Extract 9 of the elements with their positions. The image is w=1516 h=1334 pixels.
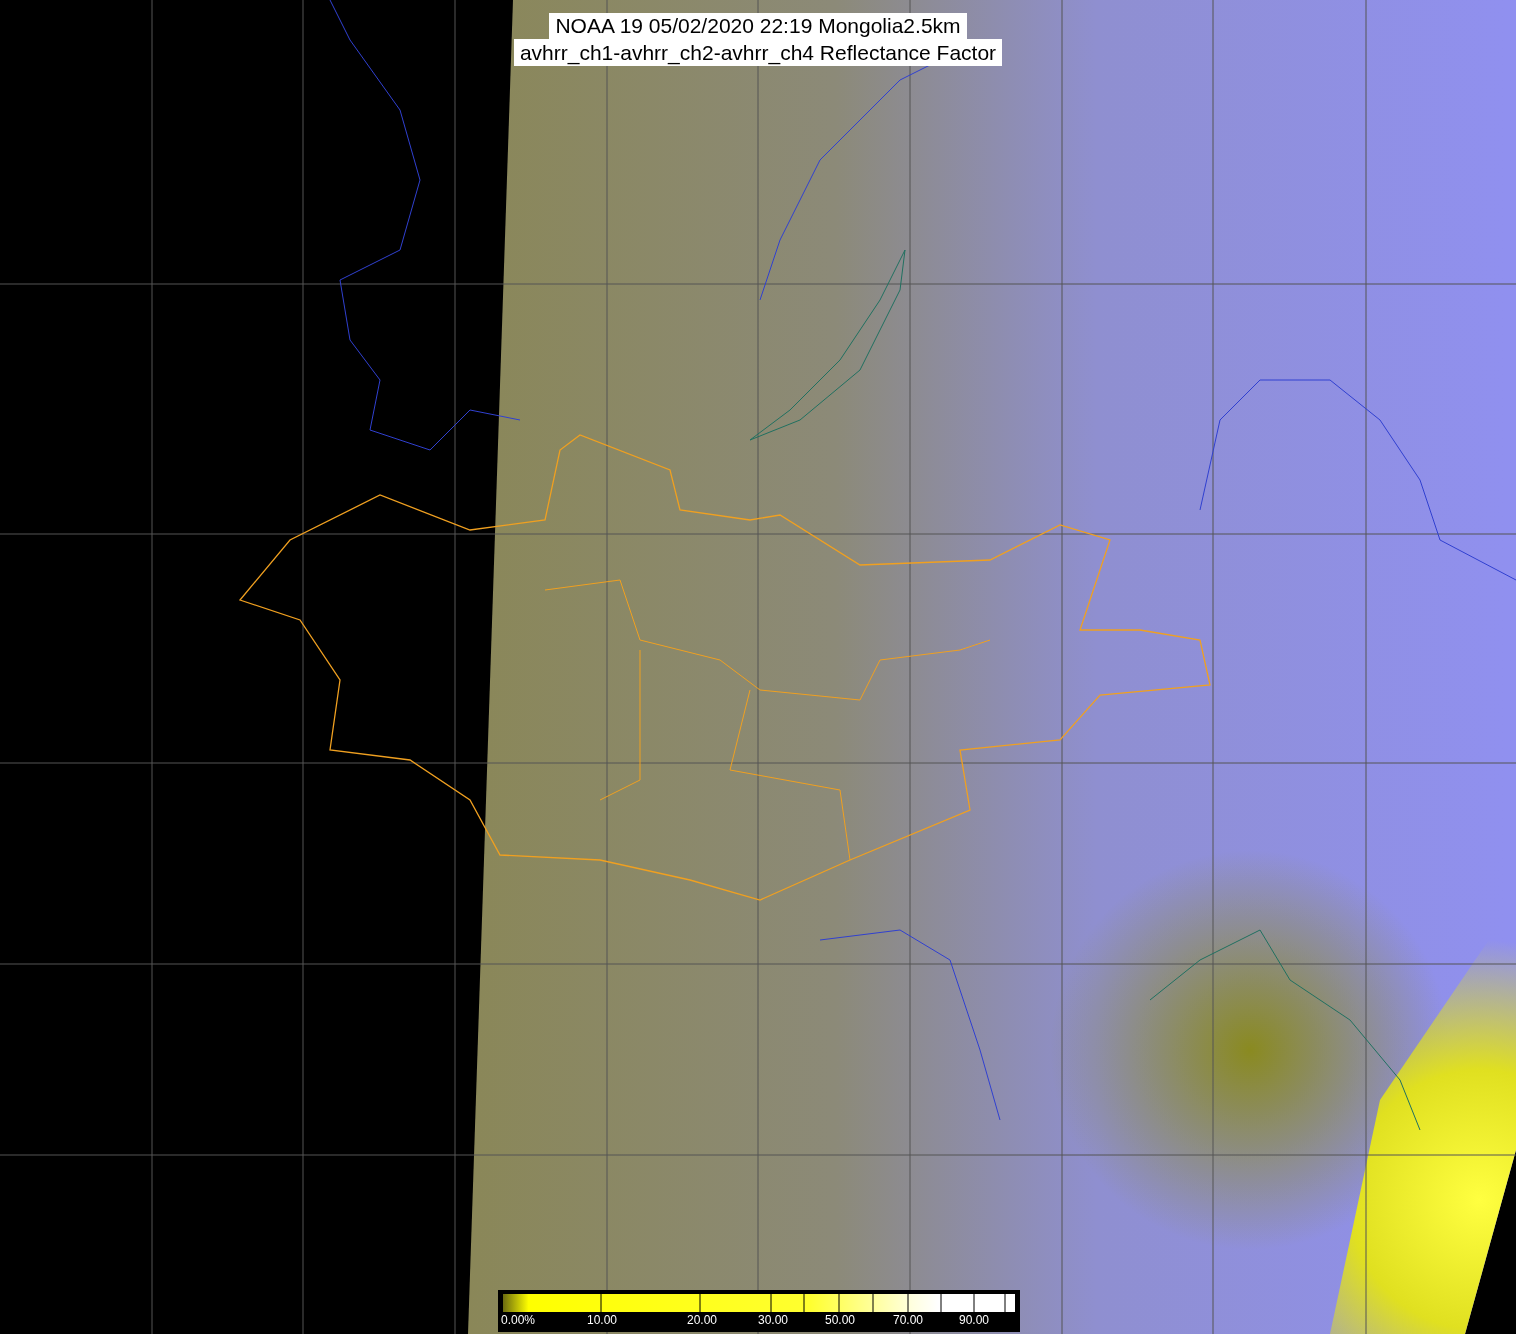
colorbar-tick-label: 70.00 (893, 1313, 924, 1327)
colorbar-tick-label: 30.00 (758, 1313, 789, 1327)
colorbar-tick-label: 0.00% (501, 1313, 536, 1327)
colorbar-tick-label: 50.00 (825, 1313, 856, 1327)
map-title: NOAA 19 05/02/2020 22:19 Mongolia2.5km (549, 13, 967, 39)
colorbar-tick-label: 20.00 (687, 1313, 718, 1327)
colorbar-tick-label: 10.00 (587, 1313, 618, 1327)
map-subtitle: avhrr_ch1-avhrr_ch2-avhrr_ch4 Reflectance Factor (513, 39, 1003, 66)
colorbar-tick-label: 90.00 (959, 1313, 990, 1327)
